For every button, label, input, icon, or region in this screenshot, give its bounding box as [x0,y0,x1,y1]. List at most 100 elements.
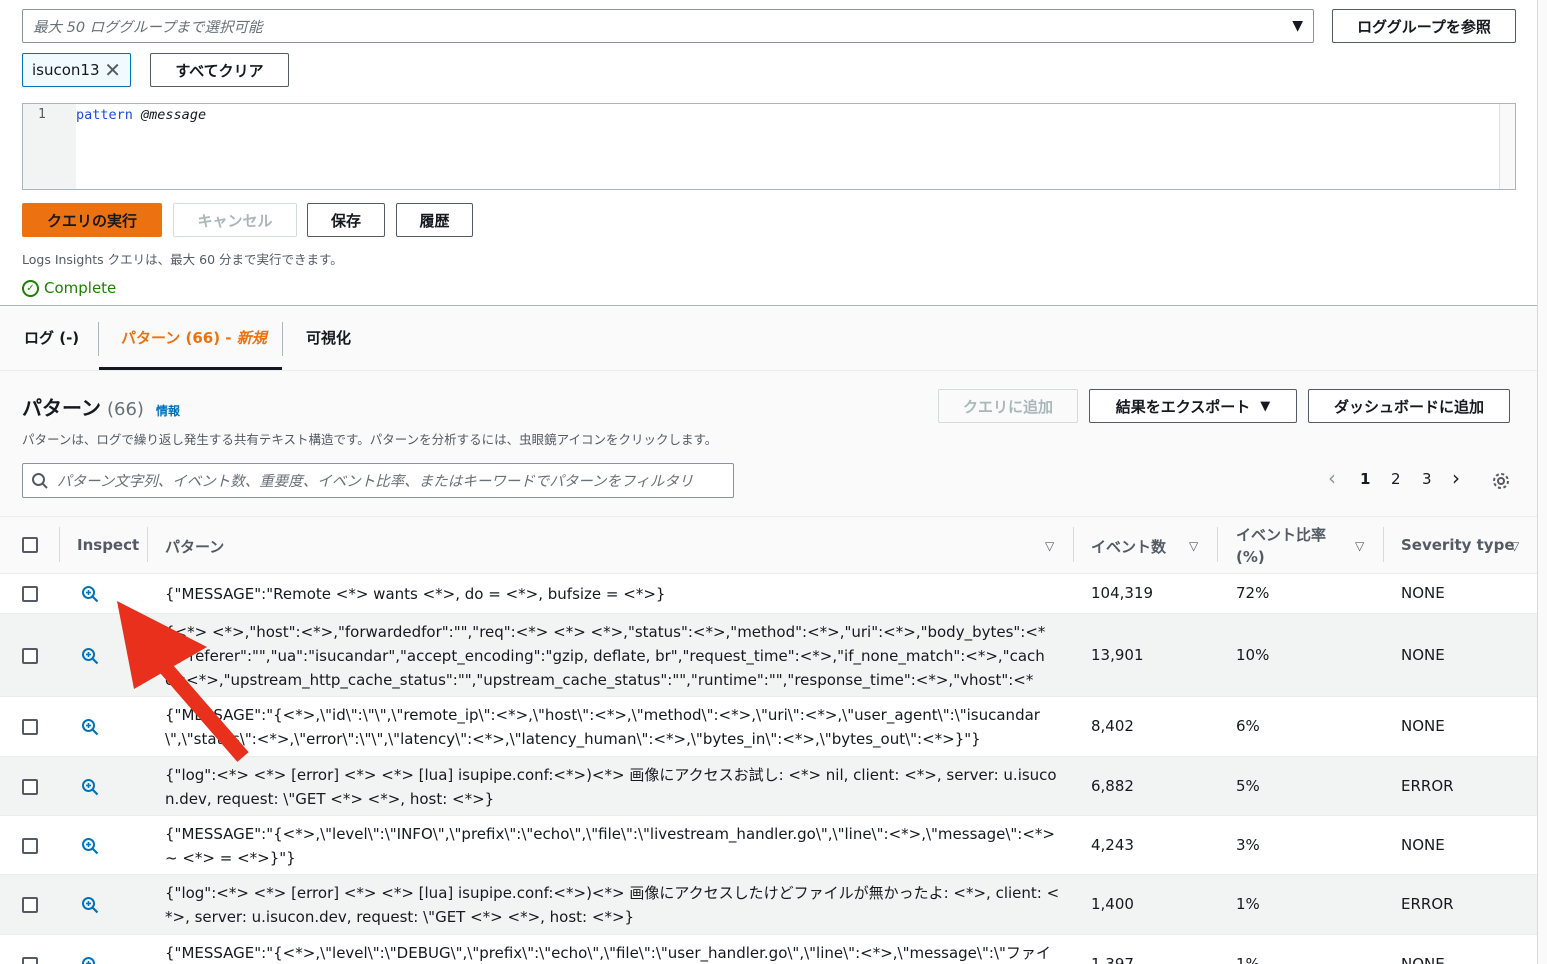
column-divider [1073,527,1074,562]
query-code[interactable]: pattern @message [76,107,206,123]
search-icon [32,472,48,489]
column-divider [147,527,148,562]
sort-icon[interactable]: ▽ [1045,539,1054,553]
column-event-ratio-line2: (%) [1236,548,1265,566]
row-checkbox[interactable] [22,837,38,854]
page-2[interactable]: 2 [1391,470,1401,488]
table-row[interactable]: {"log":<*> <*> [error] <*> <*> [lua] isu… [0,757,1537,816]
check-circle-icon: ✓ [22,279,39,297]
log-group-placeholder: 最大 50 ロググループまで選択可能 [33,19,263,36]
pattern-text: {"MESSAGE":"{<*>,\"level\":\"DEBUG\",\"p… [165,944,1051,962]
page-1[interactable]: 1 [1360,470,1370,488]
close-icon[interactable]: ✕ [104,60,121,80]
event-ratio: 1% [1236,955,1260,964]
zoom-in-icon[interactable] [81,956,99,964]
patterns-description: パターンは、ログで繰り返し発生する共有テキスト構造です。パターンを分析するには、… [22,432,718,447]
row-checkbox[interactable] [22,897,38,913]
column-event-count[interactable]: イベント数 [1091,536,1166,557]
gear-icon[interactable] [1491,471,1511,491]
sort-icon[interactable]: ▽ [1355,539,1364,553]
table-row[interactable]: {"log":<*> <*> [error] <*> <*> [lua] isu… [0,875,1537,935]
caret-down-icon: ▼ [1260,398,1271,414]
clear-all-button[interactable]: すべてクリア [150,53,289,87]
event-ratio: 10% [1236,645,1270,664]
history-button[interactable]: 履歴 [396,203,473,237]
table-row[interactable]: {"MESSAGE":"{<*>,\"level\":\"DEBUG\",\"p… [0,935,1537,964]
pattern-filter-input[interactable]: パターン文字列、イベント数、重要度、イベント比率、またはキーワードでパターンをフ… [22,463,734,498]
row-checkbox[interactable] [22,719,38,735]
table-row[interactable]: {"MESSAGE":"{<*>,\"level\":\"INFO\",\"pr… [0,816,1537,875]
severity: NONE [1401,717,1445,735]
query-field: @message [141,107,207,123]
selected-log-group-token: isucon13 ✕ [22,53,131,87]
browse-log-groups-button[interactable]: ロググループを参照 [1332,9,1516,43]
page-3[interactable]: 3 [1422,470,1432,488]
pattern-text: {"MESSAGE":"{<*>,\"level\":\"INFO\",\"pr… [165,824,1055,867]
query-editor[interactable]: 1 pattern @message [22,103,1516,190]
run-query-button[interactable]: クエリの実行 [22,203,162,237]
zoom-in-icon[interactable] [81,718,99,736]
chevron-right-icon[interactable]: › [1452,466,1460,490]
add-to-dashboard-button[interactable]: ダッシュボードに追加 [1308,389,1510,423]
patterns-title: パターン [22,396,101,420]
row-checkbox[interactable] [22,647,38,664]
editor-scrollbar[interactable] [1499,104,1515,189]
tab-patterns[interactable]: パターン (66) - 新規 [121,327,267,348]
sort-icon[interactable]: ▽ [1510,539,1519,553]
row-checkbox[interactable] [22,778,38,795]
severity: NONE [1401,584,1445,602]
tabs-divider [0,370,1537,371]
zoom-in-icon[interactable] [81,585,99,603]
sort-icon[interactable]: ▽ [1189,539,1198,553]
event-count: 1,400 [1091,895,1134,913]
column-divider [1383,527,1384,562]
column-inspect: Inspect [77,536,140,554]
tab-logs[interactable]: ログ (-) [24,327,79,348]
column-pattern[interactable]: パターン [165,536,224,557]
zoom-in-icon[interactable] [81,837,99,855]
row-checkbox[interactable] [22,957,38,964]
zoom-in-icon[interactable] [81,647,99,665]
event-count: 8,402 [1091,717,1134,735]
export-results-button[interactable]: 結果をエクスポート ▼ [1089,389,1297,423]
severity: ERROR [1401,895,1454,913]
token-label: isucon13 [32,61,100,79]
cancel-button[interactable]: キャンセル [173,203,297,237]
event-count: 13,901 [1091,645,1144,664]
add-to-query-button[interactable]: クエリに追加 [938,389,1078,423]
query-keyword: pattern [76,107,133,123]
save-button[interactable]: 保存 [307,203,385,237]
log-group-select[interactable]: 最大 50 ロググループまで選択可能 ▼ [22,9,1314,43]
right-scrollbar[interactable] [1537,0,1547,964]
zoom-in-icon[interactable] [81,896,99,914]
pattern-text: {"MESSAGE":"{<*>,\"id\":\"\",\"remote_ip… [165,706,1040,748]
query-time-note: Logs Insights クエリは、最大 60 分まで実行できます。 [22,252,343,267]
column-divider [1217,527,1218,562]
query-status: ✓ Complete [22,279,116,297]
event-count: 4,243 [1091,835,1134,854]
table-row[interactable]: {"MESSAGE":"Remote <*> wants <*>, do = <… [0,574,1537,614]
row-checkbox[interactable] [22,586,38,602]
table-row[interactable]: {<*> <*>,"host":<*>,"forwardedfor":"","r… [0,614,1537,697]
column-divider [59,527,60,562]
zoom-in-icon[interactable] [81,778,99,796]
event-ratio: 72% [1236,584,1270,602]
column-severity[interactable]: Severity type [1401,536,1515,554]
event-count: 1,397 [1091,955,1134,964]
tab-visualize[interactable]: 可視化 [306,327,351,348]
column-event-ratio[interactable]: イベント比率 (%) [1236,524,1326,568]
select-all-checkbox[interactable] [22,537,38,553]
info-link[interactable]: 情報 [156,402,180,419]
event-ratio: 3% [1236,835,1260,854]
status-text: Complete [44,279,117,297]
pattern-text: {<*> <*>,"host":<*>,"forwardedfor":"","r… [165,622,1046,689]
pattern-text: {"MESSAGE":"Remote <*> wants <*>, do = <… [165,585,666,603]
patterns-heading: パターン (66) 情報 [22,392,180,421]
event-ratio: 6% [1236,717,1260,735]
severity: NONE [1401,645,1445,664]
chevron-left-icon[interactable]: ‹ [1328,466,1336,490]
severity: ERROR [1401,776,1454,795]
event-count: 104,319 [1091,584,1154,602]
table-row[interactable]: {"MESSAGE":"{<*>,\"id\":\"\",\"remote_ip… [0,697,1537,757]
tab-divider [282,322,283,356]
